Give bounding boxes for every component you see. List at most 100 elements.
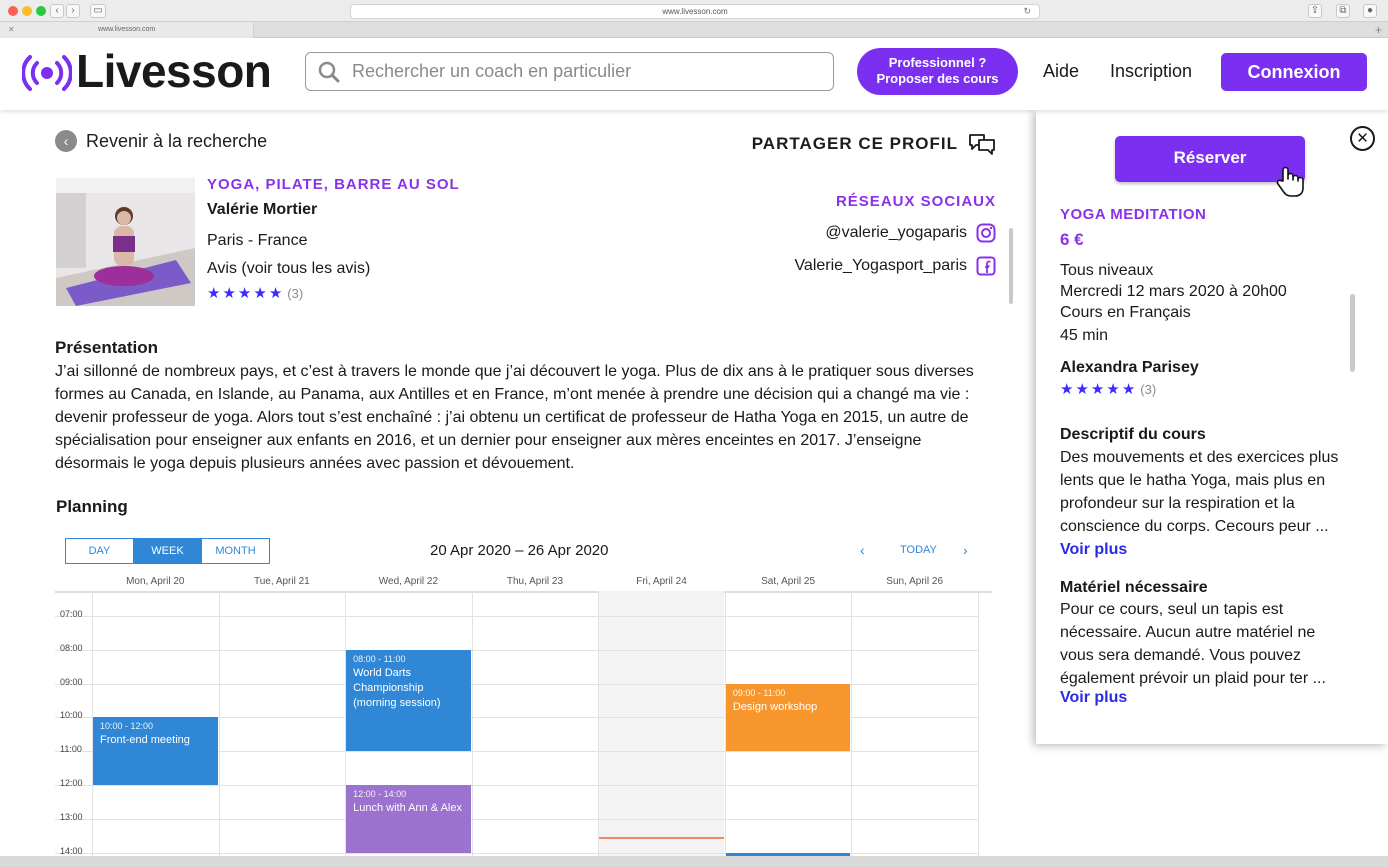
browser-back-icon[interactable]: ‹ (50, 4, 64, 18)
course-date: Mercredi 12 mars 2020 à 20h00 (1060, 283, 1287, 300)
material-text: Pour ce cours, seul un tapis est nécessa… (1060, 601, 1326, 687)
current-time-indicator (598, 837, 724, 839)
back-arrow-icon: ‹ (55, 130, 77, 152)
view-day-button[interactable]: DAY (66, 539, 134, 563)
panel-scrollbar[interactable] (1350, 294, 1355, 372)
instagram-handle: @valerie_yogaparis (825, 224, 967, 241)
coach-photo (56, 178, 195, 306)
chevron-left-icon[interactable]: ‹ (860, 542, 865, 558)
pro-button-line2: Proposer des cours (876, 71, 999, 86)
booking-panel: Réserver ✕ YOGA MEDITATION 6 € Tous nive… (1036, 110, 1388, 744)
extension-icon[interactable]: ● (1363, 4, 1377, 18)
star-icon: ★ (1090, 381, 1105, 398)
event-title: Design workshop (732, 700, 818, 713)
event-time: 09:00 - 11:00 (732, 687, 786, 698)
calendar-day-headers: Mon, April 20 Tue, April 21 Wed, April 2… (92, 576, 978, 592)
help-link[interactable]: Aide (1043, 61, 1079, 82)
hour-label: 07:00 (60, 609, 83, 619)
chevron-right-icon[interactable]: › (963, 542, 968, 558)
close-window-button[interactable] (8, 6, 18, 16)
presentation-text: J’ai sillonné de nombreux pays, et c’est… (55, 363, 974, 472)
livesson-logo-icon[interactable] (22, 55, 72, 91)
window-bottom-edge (0, 856, 1388, 867)
search-box[interactable] (305, 52, 834, 91)
instagram-link[interactable]: @valerie_yogaparis (825, 223, 996, 243)
description-more-link[interactable]: Voir plus (1060, 541, 1127, 559)
day-header: Mon, April 20 (126, 576, 185, 587)
day-header: Thu, April 23 (506, 576, 564, 587)
minimize-window-button[interactable] (22, 6, 32, 16)
profile-main: ‹ Revenir à la recherche PARTAGER CE PRO… (0, 110, 1036, 856)
material-title: Matériel nécessaire (1060, 579, 1208, 596)
day-gridline (218, 591, 220, 856)
calendar-event[interactable]: 09:00 - 11:00 Design workshop (725, 683, 851, 752)
course-price: 6 € (1060, 230, 1084, 249)
today-button[interactable]: TODAY (900, 544, 937, 556)
calendar-event[interactable]: 10:00 - 12:00 Front-end meeting (93, 717, 218, 785)
star-icon: ★ (207, 285, 221, 302)
star-icon: ★ (222, 285, 236, 302)
event-title: Lunch with Ann & Alex (353, 802, 462, 814)
day-gridline (471, 591, 473, 856)
course-duration: 45 min (1060, 327, 1109, 344)
event-title: Front-end meeting (100, 734, 190, 747)
event-time: 12:00 - 14:00 (353, 789, 407, 799)
event-time: 08:00 - 11:00 (353, 653, 406, 664)
sidebar-toggle-icon[interactable]: ▭ (90, 4, 106, 18)
propose-courses-button[interactable]: Professionnel ? Proposer des cours (857, 48, 1018, 95)
hour-gridline (55, 649, 978, 651)
profile-scrollbar[interactable] (1009, 228, 1013, 304)
share-browser-icon[interactable]: ⇪ (1308, 4, 1322, 18)
reload-icon[interactable]: ↻ (1023, 5, 1031, 18)
site-header: Livesson Professionnel ? Proposer des co… (0, 38, 1388, 110)
view-month-button[interactable]: MONTH (202, 539, 269, 563)
hour-gridline (55, 818, 978, 820)
day-header: Sat, April 25 (761, 576, 816, 587)
hour-label: 13:00 (60, 811, 83, 822)
hour-gridline (55, 616, 978, 617)
today-column-shade (598, 591, 724, 856)
hand-cursor-icon (1276, 166, 1304, 197)
tabs-overview-icon[interactable]: ⧉ (1336, 4, 1350, 18)
search-input[interactable] (352, 58, 822, 85)
description-title: Descriptif du cours (1060, 426, 1206, 443)
hour-gridline (55, 785, 978, 786)
browser-forward-icon[interactable]: › (66, 4, 80, 18)
event-time: 10:00 - 12:00 (100, 721, 154, 732)
star-icon: ★ (253, 285, 267, 302)
logo-text[interactable]: Livesson (76, 44, 272, 98)
calendar-event[interactable]: 12:00 - 14:00 Lunch with Ann & Alex (346, 785, 471, 853)
star-icon: ★ (237, 285, 252, 302)
search-icon (318, 61, 340, 83)
maximize-window-button[interactable] (36, 6, 46, 16)
hour-label: 12:00 (60, 778, 83, 788)
day-header: Wed, April 22 (378, 576, 439, 587)
calendar-event[interactable]: 08:00 - 11:00 World Darts Championship (m… (346, 649, 471, 752)
tab-title: www.livesson.com (98, 26, 156, 33)
browser-tab[interactable]: ✕ www.livesson.com (0, 22, 254, 38)
facebook-link[interactable]: Valerie_Yogasport_paris (794, 256, 996, 276)
login-button[interactable]: Connexion (1221, 53, 1367, 91)
all-reviews-link[interactable]: Avis (voir tous les avis) (207, 260, 370, 278)
material-more-link[interactable]: Voir plus (1060, 689, 1127, 707)
presentation-title: Présentation (55, 338, 158, 357)
back-to-search-link[interactable]: ‹ Revenir à la recherche (55, 130, 267, 152)
view-week-button[interactable]: WEEK (134, 539, 202, 563)
back-link-label: Revenir à la recherche (86, 130, 268, 151)
close-tab-icon[interactable]: ✕ (8, 22, 15, 38)
teacher-name[interactable]: Alexandra Parisey (1060, 359, 1199, 377)
new-tab-icon[interactable]: + (1375, 22, 1382, 38)
course-name: YOGA MEDITATION (1060, 206, 1207, 223)
chat-bubbles-icon (969, 134, 995, 155)
address-bar[interactable]: www.livesson.com ↻ (350, 4, 1040, 19)
day-header: Sun, April 26 (886, 576, 944, 587)
teacher-review-count: (3) (1140, 382, 1157, 397)
facebook-icon (976, 256, 996, 276)
instagram-icon (976, 223, 996, 243)
close-panel-icon[interactable]: ✕ (1350, 126, 1375, 151)
teacher-rating: ★ ★ ★ ★ ★ (3) (1060, 382, 1156, 397)
share-profile-button[interactable]: PARTAGER CE PROFIL (752, 132, 996, 156)
signup-link[interactable]: Inscription (1110, 61, 1192, 82)
day-gridline (977, 591, 979, 856)
coach-name: Valérie Mortier (207, 201, 318, 218)
